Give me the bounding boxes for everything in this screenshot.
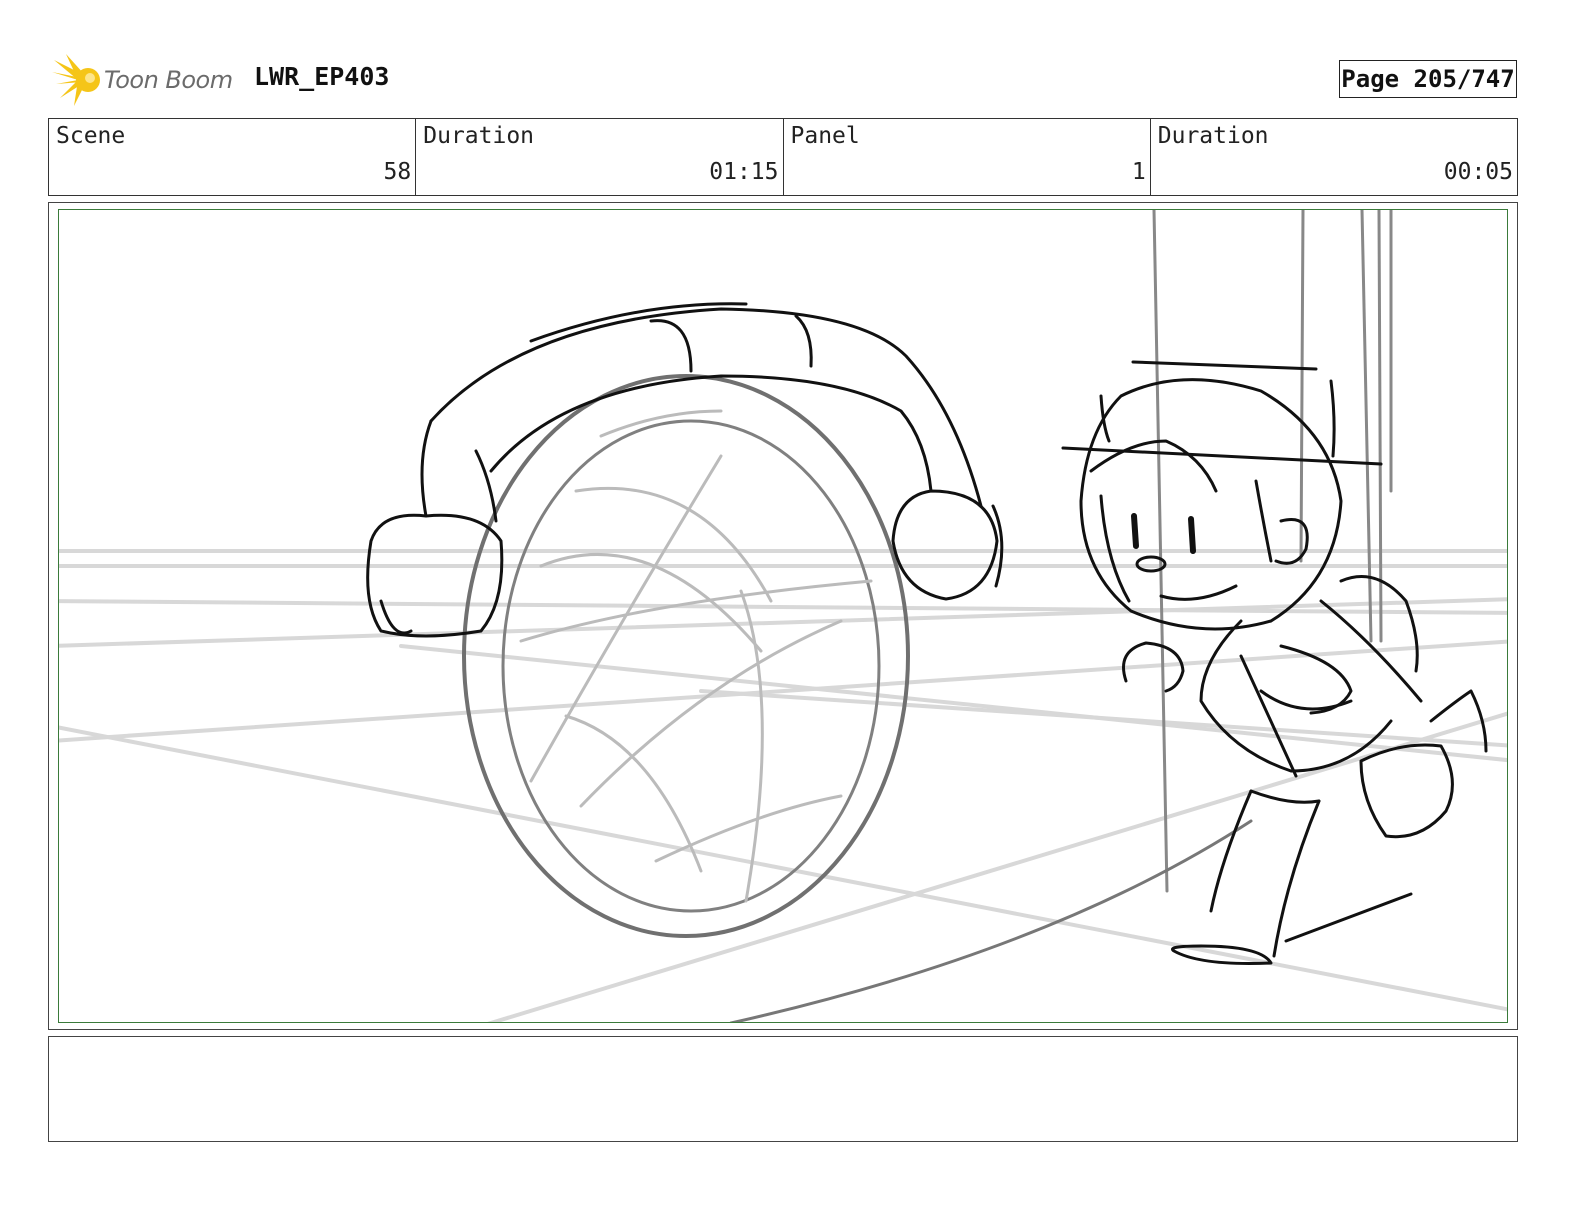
panel-duration-label: Duration xyxy=(1157,123,1269,149)
storyboard-drawing xyxy=(58,209,1508,1023)
scene-label: Scene xyxy=(56,123,126,149)
floor-curve xyxy=(729,819,1253,1022)
starburst-icon xyxy=(52,54,100,106)
notes-box xyxy=(48,1036,1518,1142)
project-title: LWR_EP403 xyxy=(254,62,390,91)
scene-duration-value: 01:15 xyxy=(709,159,779,185)
info-row: Scene 58 Duration 01:15 Panel 1 Duration… xyxy=(48,118,1518,196)
scene-duration-label: Duration xyxy=(423,123,535,149)
panel-duration-cell: Duration 00:05 xyxy=(1151,119,1517,195)
headphones xyxy=(366,302,1004,638)
scene-duration-cell: Duration 01:15 xyxy=(416,119,784,195)
scene-cell: Scene 58 xyxy=(49,119,417,195)
toon-boom-logo: Toon Boom xyxy=(52,54,242,108)
scene-value: 58 xyxy=(383,159,412,185)
logo-text: Toon Boom xyxy=(104,66,233,94)
page-number: Page 205/747 xyxy=(1339,60,1517,98)
panel-cell: Panel 1 xyxy=(784,119,1151,195)
panel-value: 1 xyxy=(1131,159,1146,185)
panel-label: Panel xyxy=(790,123,860,149)
panel-duration-value: 00:05 xyxy=(1443,159,1513,185)
perspective-lines xyxy=(59,549,1507,1022)
mirror-portal xyxy=(462,374,910,938)
character xyxy=(1061,360,1488,965)
